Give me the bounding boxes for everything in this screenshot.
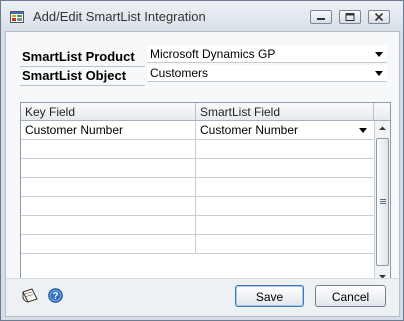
label-divider [20,66,145,67]
key-field-cell[interactable] [21,159,196,177]
note-icon[interactable] [20,287,40,305]
key-field-cell[interactable] [21,216,196,234]
chevron-down-icon [375,71,383,76]
key-field-cell[interactable] [21,140,196,158]
minimize-button[interactable] [310,10,332,24]
close-icon [374,13,384,21]
close-button[interactable] [368,10,390,24]
smartlist-product-label: SmartList Product [22,49,135,64]
smartlist-object-value: Customers [150,66,209,80]
chevron-down-icon[interactable] [359,128,367,133]
smartlist-object-label: SmartList Object [22,68,127,83]
smartlist-product-value: Microsoft Dynamics GP [150,47,276,61]
dialog-body: SmartList Product Microsoft Dynamics GP … [5,31,400,317]
minimize-icon [317,18,325,20]
maximize-button[interactable] [339,10,361,24]
save-button[interactable]: Save [235,285,304,307]
table-row[interactable] [21,235,374,254]
smartlist-field-cell[interactable] [196,159,374,177]
cancel-button[interactable]: Cancel [315,285,386,307]
key-field-cell[interactable] [21,178,196,196]
vertical-scrollbar[interactable] [374,121,390,285]
table-row[interactable] [21,216,374,235]
dialog-window: Add/Edit SmartList Integration SmartList… [0,0,404,321]
column-header-corner [374,103,390,121]
smartlist-field-cell[interactable] [196,235,374,253]
smartlist-object-dropdown[interactable]: Customers [147,65,387,82]
column-header-smartlist-field[interactable]: SmartList Field [196,103,374,121]
scrollbar-thumb[interactable] [376,138,389,266]
chevron-down-icon [375,52,383,57]
smartlist-field-value: Customer Number [200,123,299,137]
scroll-up-button[interactable] [375,121,390,136]
label-divider [20,85,145,86]
table-row[interactable] [21,197,374,216]
table-row[interactable] [21,178,374,197]
table-row[interactable] [21,140,374,159]
smartlist-product-dropdown[interactable]: Microsoft Dynamics GP [147,46,387,63]
window-title: Add/Edit SmartList Integration [33,9,206,24]
dialog-footer: ? Save Cancel [6,279,399,316]
grip-line [380,199,386,200]
key-field-cell[interactable] [21,235,196,253]
smartlist-field-cell[interactable]: Customer Number [196,121,374,139]
smartlist-field-cell[interactable] [196,216,374,234]
grip-line [380,201,386,202]
table-row[interactable] [21,159,374,178]
column-header-key-field[interactable]: Key Field [21,103,196,121]
key-field-cell[interactable] [21,197,196,215]
svg-text:?: ? [52,291,58,302]
key-field-cell[interactable]: Customer Number [21,121,196,139]
smartlist-app-icon [10,10,24,24]
smartlist-field-cell[interactable] [196,140,374,158]
maximize-icon [345,13,355,21]
title-bar[interactable]: Add/Edit SmartList Integration [1,1,403,31]
field-mapping-grid: Key Field SmartList Field Customer Numbe… [20,102,391,286]
help-icon[interactable]: ? [48,288,63,303]
table-row[interactable]: Customer Number Customer Number [21,121,374,140]
arrow-up-icon [379,126,386,130]
smartlist-field-cell[interactable] [196,178,374,196]
grip-line [380,203,386,204]
smartlist-field-cell[interactable] [196,197,374,215]
